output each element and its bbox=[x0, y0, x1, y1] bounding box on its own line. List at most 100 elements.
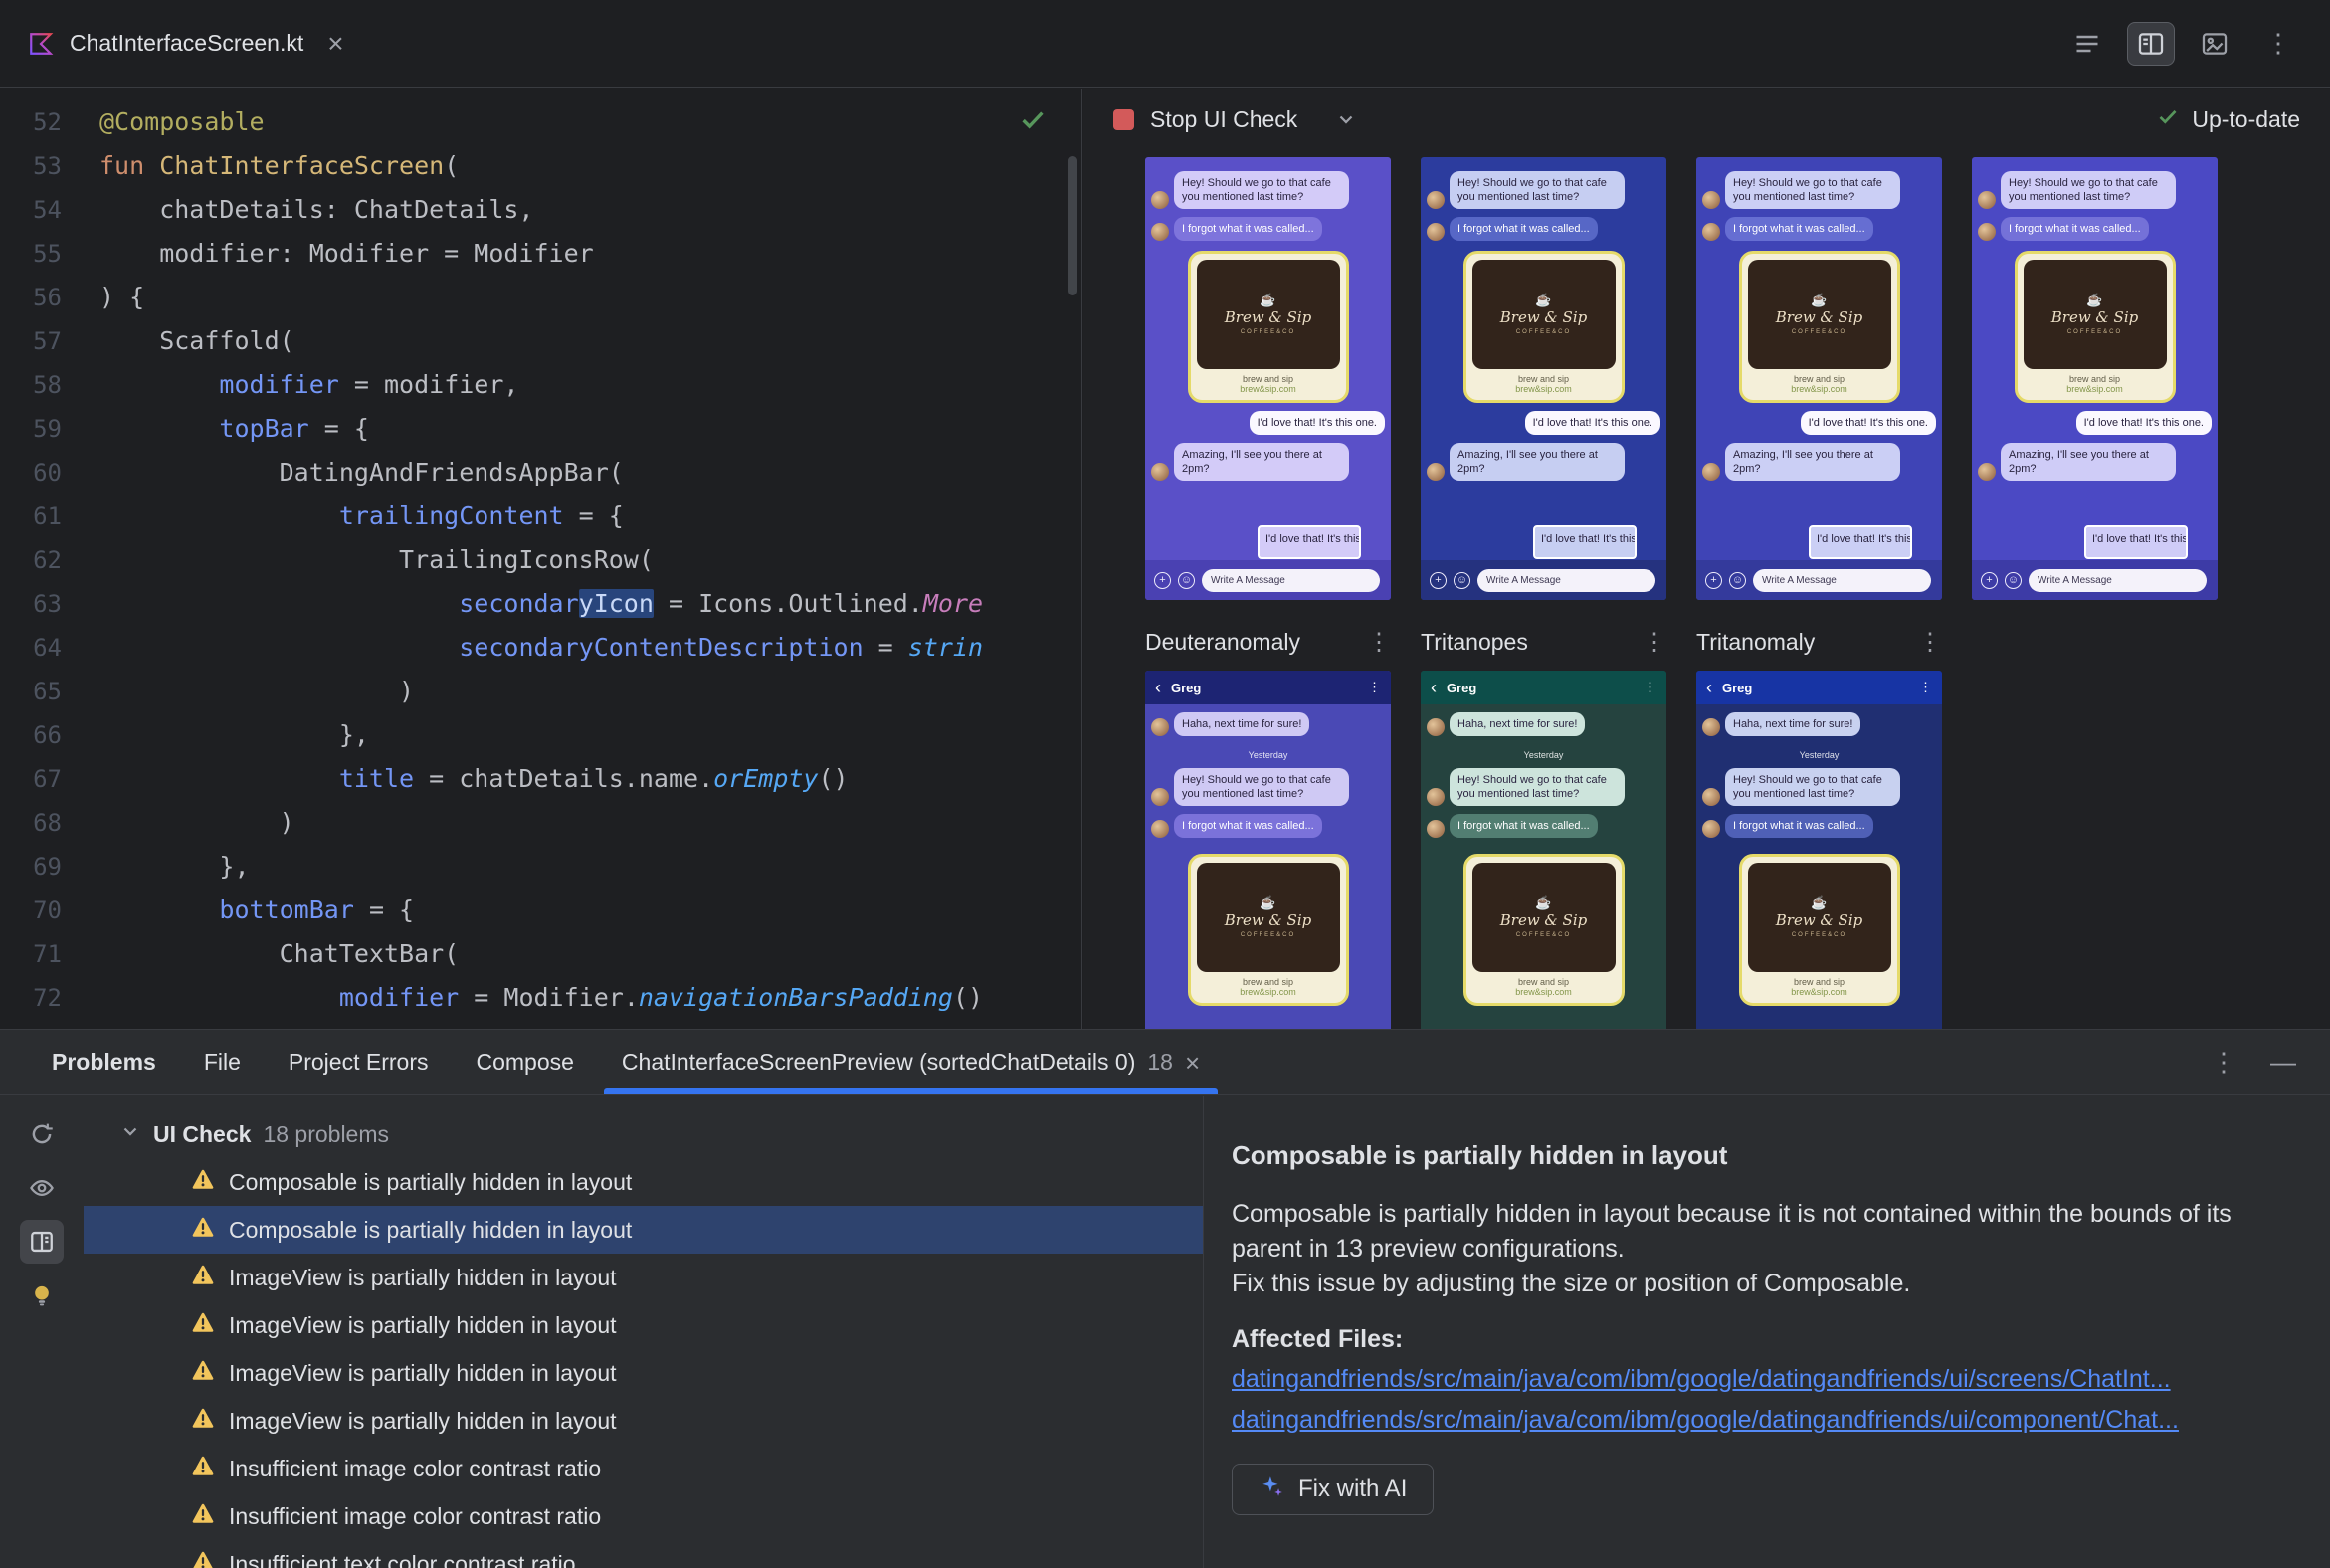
code-line[interactable]: 67 title = chatDetails.name.orEmpty() bbox=[0, 757, 1081, 801]
preview-phone[interactable]: Hey! Should we go to that cafe you menti… bbox=[1421, 157, 1666, 600]
code-view-icon[interactable] bbox=[2063, 22, 2111, 66]
split-view-icon[interactable] bbox=[2127, 21, 2175, 66]
problem-row[interactable]: ImageView is partially hidden in layout bbox=[84, 1349, 1203, 1397]
code-line[interactable]: 73 onAddClick = {} bbox=[0, 1020, 1081, 1029]
problem-row[interactable]: Composable is partially hidden in layout bbox=[84, 1158, 1203, 1206]
card-title: brew and sip bbox=[1242, 977, 1294, 987]
code-line[interactable]: 52 @Composable bbox=[0, 100, 1081, 144]
add-icon[interactable]: + bbox=[1154, 571, 1171, 589]
tab-label: Problems bbox=[52, 1049, 156, 1075]
config-menu-icon[interactable]: ⋮ bbox=[1918, 628, 1942, 657]
chat-menu-icon[interactable]: ⋮ bbox=[1368, 680, 1381, 695]
problem-row[interactable]: Insufficient image color contrast ratio bbox=[84, 1445, 1203, 1492]
preview-phone[interactable]: Hey! Should we go to that cafe you menti… bbox=[1696, 157, 1942, 600]
problems-tab[interactable]: ChatInterfaceScreenPreview (sortedChatDe… bbox=[598, 1030, 1224, 1094]
problem-row[interactable]: ImageView is partially hidden in layout bbox=[84, 1397, 1203, 1445]
code-line[interactable]: 69 }, bbox=[0, 845, 1081, 888]
code-line[interactable]: 62 TrailingIconsRow( bbox=[0, 538, 1081, 582]
fix-with-ai-button[interactable]: Fix with AI bbox=[1232, 1464, 1435, 1515]
affected-file-link[interactable]: datingandfriends/src/main/java/com/ibm/g… bbox=[1232, 1362, 2294, 1397]
details-view-icon[interactable] bbox=[20, 1220, 64, 1264]
problems-tab[interactable]: File bbox=[180, 1030, 265, 1094]
problems-tab[interactable]: Problems bbox=[28, 1030, 180, 1094]
collapse-chevron-icon[interactable] bbox=[119, 1120, 141, 1148]
problem-row[interactable]: Insufficient image color contrast ratio bbox=[84, 1492, 1203, 1540]
more-options-icon[interactable]: ⋮ bbox=[2254, 22, 2302, 66]
code-line[interactable]: 60 DatingAndFriendsAppBar( bbox=[0, 451, 1081, 494]
design-view-icon[interactable] bbox=[2191, 22, 2238, 66]
problems-tab[interactable]: Project Errors bbox=[265, 1030, 453, 1094]
preview-eye-icon[interactable] bbox=[20, 1166, 64, 1210]
editor-scrollbar[interactable] bbox=[1068, 156, 1077, 295]
code-line[interactable]: 63 secondaryIcon = Icons.Outlined.More bbox=[0, 582, 1081, 626]
preview-phone[interactable]: ‹ Greg ⋮ Haha, next time for sure! Yesterday… bbox=[1421, 671, 1666, 1029]
code-line[interactable]: 61 trailingContent = { bbox=[0, 494, 1081, 538]
chat-menu-icon[interactable]: ⋮ bbox=[1644, 680, 1656, 695]
add-icon[interactable]: + bbox=[1430, 571, 1447, 589]
code-line[interactable]: 72 modifier = Modifier.navigationBarsPad… bbox=[0, 976, 1081, 1020]
preview-phone[interactable]: Hey! Should we go to that cafe you menti… bbox=[1145, 157, 1391, 600]
code-line[interactable]: 70 bottomBar = { bbox=[0, 888, 1081, 932]
add-icon[interactable]: + bbox=[1981, 571, 1998, 589]
lightbulb-icon[interactable] bbox=[20, 1274, 64, 1317]
emoji-icon[interactable]: ☺ bbox=[1729, 571, 1746, 589]
emoji-icon[interactable]: ☺ bbox=[2005, 571, 2022, 589]
preview-phone[interactable]: ‹ Greg ⋮ Haha, next time for sure! Yesterday… bbox=[1696, 671, 1942, 1029]
code-line[interactable]: 71 ChatTextBar( bbox=[0, 932, 1081, 976]
emoji-icon[interactable]: ☺ bbox=[1178, 571, 1195, 589]
problems-group-header[interactable]: UI Check 18 problems bbox=[84, 1110, 1203, 1158]
inspections-ok-icon[interactable] bbox=[1018, 104, 1048, 139]
affected-file-link[interactable]: datingandfriends/src/main/java/com/ibm/g… bbox=[1232, 1403, 2294, 1438]
problem-row[interactable]: Insufficient text color contrast ratio bbox=[84, 1540, 1203, 1568]
tab-chatinterfacescreen[interactable]: ChatInterfaceScreen.kt × bbox=[0, 0, 372, 87]
coffee-cup-icon: ☕ bbox=[2086, 293, 2103, 307]
avatar bbox=[1427, 463, 1445, 481]
close-tab-icon[interactable]: × bbox=[327, 29, 343, 58]
code-line[interactable]: 56) { bbox=[0, 276, 1081, 319]
refresh-icon[interactable] bbox=[20, 1112, 64, 1156]
code-line[interactable]: 66 }, bbox=[0, 713, 1081, 757]
code-line[interactable]: 65 ) bbox=[0, 670, 1081, 713]
problem-row[interactable]: ImageView is partially hidden in layout bbox=[84, 1301, 1203, 1349]
config-menu-icon[interactable]: ⋮ bbox=[1643, 628, 1666, 657]
back-icon[interactable]: ‹ bbox=[1155, 679, 1161, 696]
emoji-icon[interactable]: ☺ bbox=[1454, 571, 1470, 589]
code-text: chatDetails: ChatDetails, bbox=[99, 195, 534, 224]
stop-ui-check-label[interactable]: Stop UI Check bbox=[1150, 106, 1297, 133]
code-editor[interactable]: 52 @Composable 53 fun ChatInterfaceScreen(5… bbox=[0, 89, 1082, 1029]
code-line[interactable]: 58 modifier = modifier, bbox=[0, 363, 1081, 407]
code-line[interactable]: 55 modifier: Modifier = Modifier bbox=[0, 232, 1081, 276]
code-line[interactable]: 59 topBar = { bbox=[0, 407, 1081, 451]
code-line[interactable]: 68 ) bbox=[0, 801, 1081, 845]
back-icon[interactable]: ‹ bbox=[1431, 679, 1437, 696]
message-input[interactable]: Write A Message bbox=[1753, 568, 1931, 592]
close-tab-icon[interactable]: × bbox=[1185, 1050, 1200, 1076]
message-input[interactable]: Write A Message bbox=[2029, 568, 2207, 592]
code-line[interactable]: 57 Scaffold( bbox=[0, 319, 1081, 363]
chat-bubble: I forgot what it was called... bbox=[1450, 814, 1598, 838]
problem-row[interactable]: ImageView is partially hidden in layout bbox=[84, 1254, 1203, 1301]
add-icon[interactable]: + bbox=[1705, 571, 1722, 589]
code-line[interactable]: 54 chatDetails: ChatDetails, bbox=[0, 188, 1081, 232]
preview-phone[interactable]: ‹ Greg ⋮ Haha, next time for sure! Yesterday… bbox=[1145, 671, 1391, 1029]
avatar bbox=[1702, 718, 1720, 736]
problem-row[interactable]: Composable is partially hidden in layout bbox=[84, 1206, 1203, 1254]
code-line[interactable]: 64 secondaryContentDescription = strin bbox=[0, 626, 1081, 670]
card-logo-subtext: COFFEE&CO bbox=[2066, 329, 2123, 335]
code-line[interactable]: 53 fun ChatInterfaceScreen( bbox=[0, 144, 1081, 188]
preview-phone[interactable]: Hey! Should we go to that cafe you menti… bbox=[1972, 157, 2218, 600]
chat-menu-icon[interactable]: ⋮ bbox=[1919, 680, 1932, 695]
problems-tab[interactable]: Compose bbox=[452, 1030, 597, 1094]
stop-icon[interactable] bbox=[1113, 108, 1134, 130]
back-icon[interactable]: ‹ bbox=[1706, 679, 1712, 696]
message-input[interactable]: Write A Message bbox=[1477, 568, 1655, 592]
config-name: Tritanomaly bbox=[1696, 628, 1816, 655]
chat-message: I forgot what it was called... bbox=[1151, 814, 1385, 838]
panel-options-icon[interactable]: ⋮ bbox=[2211, 1047, 2236, 1078]
card-title: brew and sip bbox=[1517, 977, 1570, 987]
hide-panel-icon[interactable]: — bbox=[2270, 1047, 2296, 1078]
config-menu-icon[interactable]: ⋮ bbox=[1367, 628, 1391, 657]
chat-bubble: Haha, next time for sure! bbox=[1174, 712, 1310, 736]
chevron-down-icon[interactable] bbox=[1335, 108, 1357, 130]
message-input[interactable]: Write A Message bbox=[1202, 568, 1380, 592]
